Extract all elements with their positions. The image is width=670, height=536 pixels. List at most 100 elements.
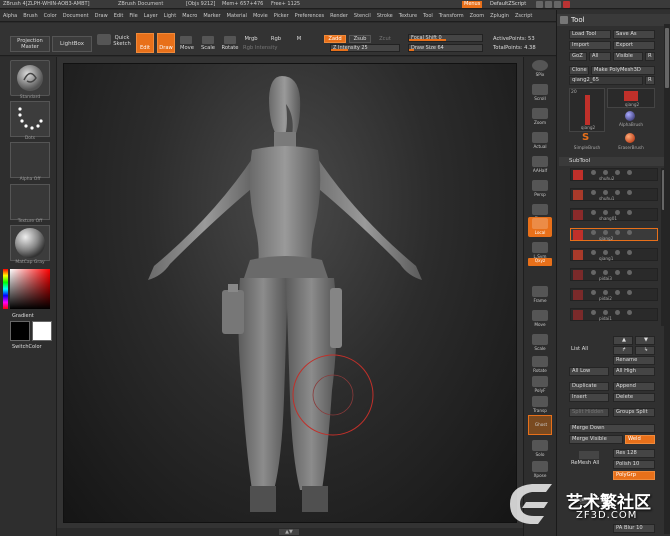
subtool-visibility[interactable]	[591, 290, 651, 295]
hue-slider[interactable]	[3, 269, 8, 309]
subtool-row[interactable]: shang01	[570, 208, 658, 221]
subtool-row[interactable]: shuhu1	[570, 188, 658, 201]
simple-brush-thumb[interactable]: S SimpleBrush	[569, 132, 605, 152]
alpha-thumbnail[interactable]	[10, 142, 50, 178]
subtool-visibility[interactable]	[591, 190, 651, 195]
menu-stroke[interactable]: Stroke	[377, 13, 393, 19]
load-tool-button[interactable]: Load Tool	[569, 30, 611, 39]
goz-all-button[interactable]: All	[589, 52, 611, 61]
split-hidden-button[interactable]: Split Hidden	[569, 408, 609, 417]
goz-r-button[interactable]: R	[645, 52, 655, 61]
palette-pin-icon[interactable]	[560, 16, 568, 24]
menu-preferences[interactable]: Preferences	[295, 13, 324, 19]
menu-layer[interactable]: Layer	[144, 13, 158, 19]
rename-button[interactable]: Rename	[613, 356, 655, 365]
zadd-button[interactable]: Zadd	[324, 35, 346, 43]
edit-button[interactable]: Edit	[136, 33, 154, 53]
bottom-tray-toggle[interactable]: ▲▼	[279, 529, 299, 535]
tool-thumb-qiang2-small[interactable]: qiang2	[607, 88, 655, 108]
save-as-button[interactable]: Save As	[613, 30, 655, 39]
all-high-button[interactable]: All High	[613, 367, 655, 376]
spix-button[interactable]: SPix	[528, 59, 552, 79]
weld-toggle[interactable]: Weld	[625, 435, 655, 444]
menu-render[interactable]: Render	[330, 13, 348, 19]
aahalf-button[interactable]: AAHalf	[528, 155, 552, 175]
gradient-label[interactable]: Gradient	[12, 313, 52, 319]
actual-button[interactable]: Actual	[528, 131, 552, 151]
menu-macro[interactable]: Macro	[182, 13, 197, 19]
tool-thumb-qiang2-large[interactable]: 20 qiang2	[569, 88, 605, 132]
menu-brush[interactable]: Brush	[23, 13, 37, 19]
secondary-color-swatch[interactable]	[32, 321, 52, 341]
export-button[interactable]: Export	[613, 41, 655, 50]
arrow-down-right-icon[interactable]: ↳	[635, 346, 655, 355]
menu-zscript[interactable]: Zscript	[515, 13, 532, 19]
palette-scrollbar[interactable]	[664, 24, 670, 534]
brush-thumbnail[interactable]	[10, 60, 50, 96]
subtool-visibility[interactable]	[591, 210, 651, 215]
merge-visible-button[interactable]: Merge Visible	[569, 435, 623, 444]
move-down-icon[interactable]: ▼	[635, 336, 655, 345]
clone-button[interactable]: Clone	[569, 66, 589, 75]
focal-shift-slider[interactable]: Focal Shift 0	[408, 34, 483, 42]
zcut-button[interactable]: Zcut	[376, 36, 394, 42]
subtool-visibility[interactable]	[591, 250, 651, 255]
subtool-visibility[interactable]	[591, 310, 651, 315]
rotate-view-button[interactable]: Rotate	[528, 355, 552, 375]
alpha-brush-thumb[interactable]: AlphaBrush	[607, 110, 655, 130]
polish-slider[interactable]: Polish 10	[613, 460, 655, 469]
menu-document[interactable]: Document	[63, 13, 89, 19]
duplicate-button[interactable]: Duplicate	[569, 382, 609, 391]
make-polymesh3d-button[interactable]: Make PolyMesh3D	[591, 66, 655, 75]
menu-picker[interactable]: Picker	[274, 13, 289, 19]
quick-sketch-icon[interactable]	[97, 34, 111, 45]
menu-file[interactable]: File	[129, 13, 137, 19]
rgb-intensity-slider[interactable]: Rgb Intensity	[243, 45, 303, 51]
menu-marker[interactable]: Marker	[203, 13, 220, 19]
res-slider[interactable]: Res 128	[613, 449, 655, 458]
tool-palette-header[interactable]: Tool	[557, 14, 670, 26]
switchcolor-button[interactable]: SwitchColor	[12, 344, 52, 350]
menu-stencil[interactable]: Stencil	[354, 13, 371, 19]
all-low-button[interactable]: All Low	[569, 367, 609, 376]
scale-view-button[interactable]: Scale	[528, 333, 552, 353]
subtool-row-selected[interactable]: qiang2	[570, 228, 658, 241]
menus-toggle-button[interactable]: Menus	[462, 1, 483, 8]
subtool-visibility[interactable]	[591, 170, 651, 175]
merge-down-button[interactable]: Merge Down	[569, 424, 655, 433]
subtool-row[interactable]: pidai1	[570, 308, 658, 321]
move-view-button[interactable]: Move	[528, 309, 552, 329]
menu-color[interactable]: Color	[44, 13, 57, 19]
transp-button[interactable]: Transp	[528, 395, 552, 415]
material-thumbnail[interactable]	[10, 225, 50, 261]
default-zscript-button[interactable]: DefaultZScript	[488, 1, 529, 8]
menu-light[interactable]: Light	[164, 13, 176, 19]
append-button[interactable]: Append	[613, 382, 655, 391]
main-color-swatch[interactable]	[10, 321, 30, 341]
subtool-section-header[interactable]: SubTool	[559, 157, 669, 166]
goz-visible-button[interactable]: Visible	[613, 52, 643, 61]
subtool-visibility[interactable]	[591, 230, 651, 235]
delete-button[interactable]: Delete	[613, 393, 655, 402]
close-icon[interactable]	[563, 1, 570, 8]
solo-button[interactable]: Solo	[528, 439, 552, 459]
menu-zplugin[interactable]: Zplugin	[490, 13, 509, 19]
ghost-button[interactable]: Ghost	[528, 415, 552, 435]
remesh-all-button[interactable]: ReMesh All	[569, 460, 609, 469]
zoom-button[interactable]: Zoom	[528, 107, 552, 127]
lightbox-button[interactable]: LightBox	[52, 36, 92, 52]
tool-r-button[interactable]: R	[645, 76, 655, 85]
current-tool-name[interactable]: qiang2_65	[569, 76, 643, 85]
list-all-button[interactable]: List All	[569, 346, 609, 355]
minimize-icon[interactable]	[545, 1, 552, 8]
subtool-row[interactable]: qiang1	[570, 248, 658, 261]
move-up-icon[interactable]: ▲	[613, 336, 633, 345]
persp-button[interactable]: Persp	[528, 179, 552, 199]
subtool-row[interactable]: pidai3	[570, 268, 658, 281]
color-picker[interactable]	[10, 269, 50, 309]
draw-size-slider[interactable]: Draw Size 64	[408, 44, 483, 52]
rgb-button[interactable]: Rgb	[268, 36, 284, 42]
qxyz-button[interactable]: Qxyz	[528, 258, 552, 266]
scale-button[interactable]: Scale	[199, 45, 217, 51]
menu-movie[interactable]: Movie	[253, 13, 268, 19]
